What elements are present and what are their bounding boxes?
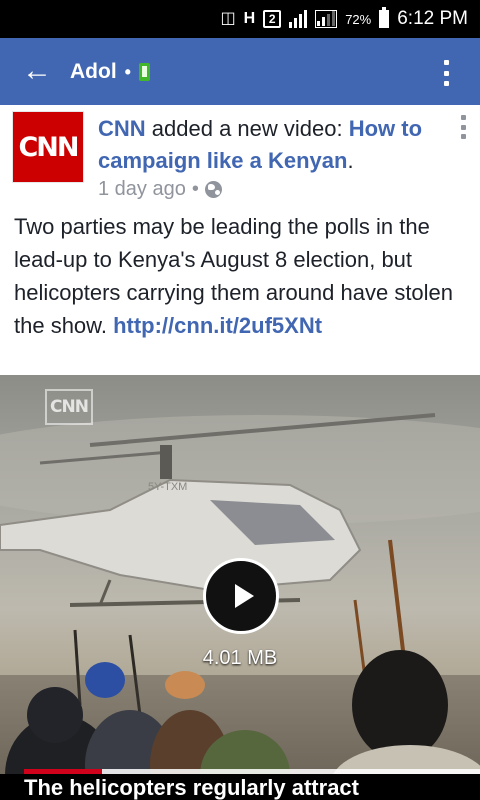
- globe-icon: [204, 181, 222, 198]
- signal-2-icon: [315, 10, 338, 28]
- page-name-link[interactable]: CNN: [98, 116, 146, 141]
- status-bar: ◫ H 2 72% 6:12 PM: [0, 0, 480, 38]
- post-meta: 1 day ago •: [98, 178, 222, 201]
- title-separator: •: [124, 61, 131, 82]
- signal-icon: [289, 10, 308, 28]
- overflow-menu-icon[interactable]: [444, 60, 450, 86]
- status-icons: ◫ H 2 72% 6:12 PM: [221, 4, 468, 34]
- post-options-icon[interactable]: [461, 115, 466, 139]
- back-arrow-icon[interactable]: ←: [22, 56, 52, 86]
- meta-separator: •: [191, 178, 199, 200]
- post-headline: CNN added a new video: How to campaign l…: [98, 113, 438, 177]
- sim-2-icon: 2: [263, 10, 282, 28]
- post-body: Two parties may be leading the polls in …: [14, 210, 470, 342]
- network-h-icon: H: [243, 10, 256, 27]
- post-link[interactable]: http://cnn.it/2uf5XNt: [113, 313, 322, 338]
- post-header: CNN CNN added a new video: How to campai…: [0, 105, 480, 205]
- clock: 6:12 PM: [397, 8, 468, 29]
- page-title: Adol: [70, 60, 117, 83]
- play-icon: [234, 584, 254, 608]
- video-caption: The helicopters regularly attract: [0, 774, 480, 800]
- video-file-size: 4.01 MB: [202, 647, 278, 669]
- cnn-logo-text: CNN: [18, 131, 79, 163]
- play-button[interactable]: [203, 558, 279, 634]
- post-timestamp[interactable]: 1 day ago: [98, 178, 186, 201]
- battery-icon: [379, 7, 390, 28]
- mobile-active-icon: [138, 63, 150, 81]
- helicopter-registration: 5Y-TXM: [148, 481, 187, 493]
- app-bar: ← Adol •: [0, 38, 480, 105]
- cnn-avatar[interactable]: CNN: [12, 111, 84, 183]
- battery-percent: 72%: [345, 11, 372, 27]
- conversation-title[interactable]: Adol •: [70, 60, 150, 84]
- nfc-mute-icon: ◫: [220, 10, 236, 27]
- action-text: added a new video:: [145, 116, 349, 141]
- cnn-watermark: CNN: [45, 389, 93, 425]
- headline-period: .: [347, 148, 354, 173]
- video-player[interactable]: 5Y-TXM CNN 4.01 MB The helicopters regul…: [0, 375, 480, 800]
